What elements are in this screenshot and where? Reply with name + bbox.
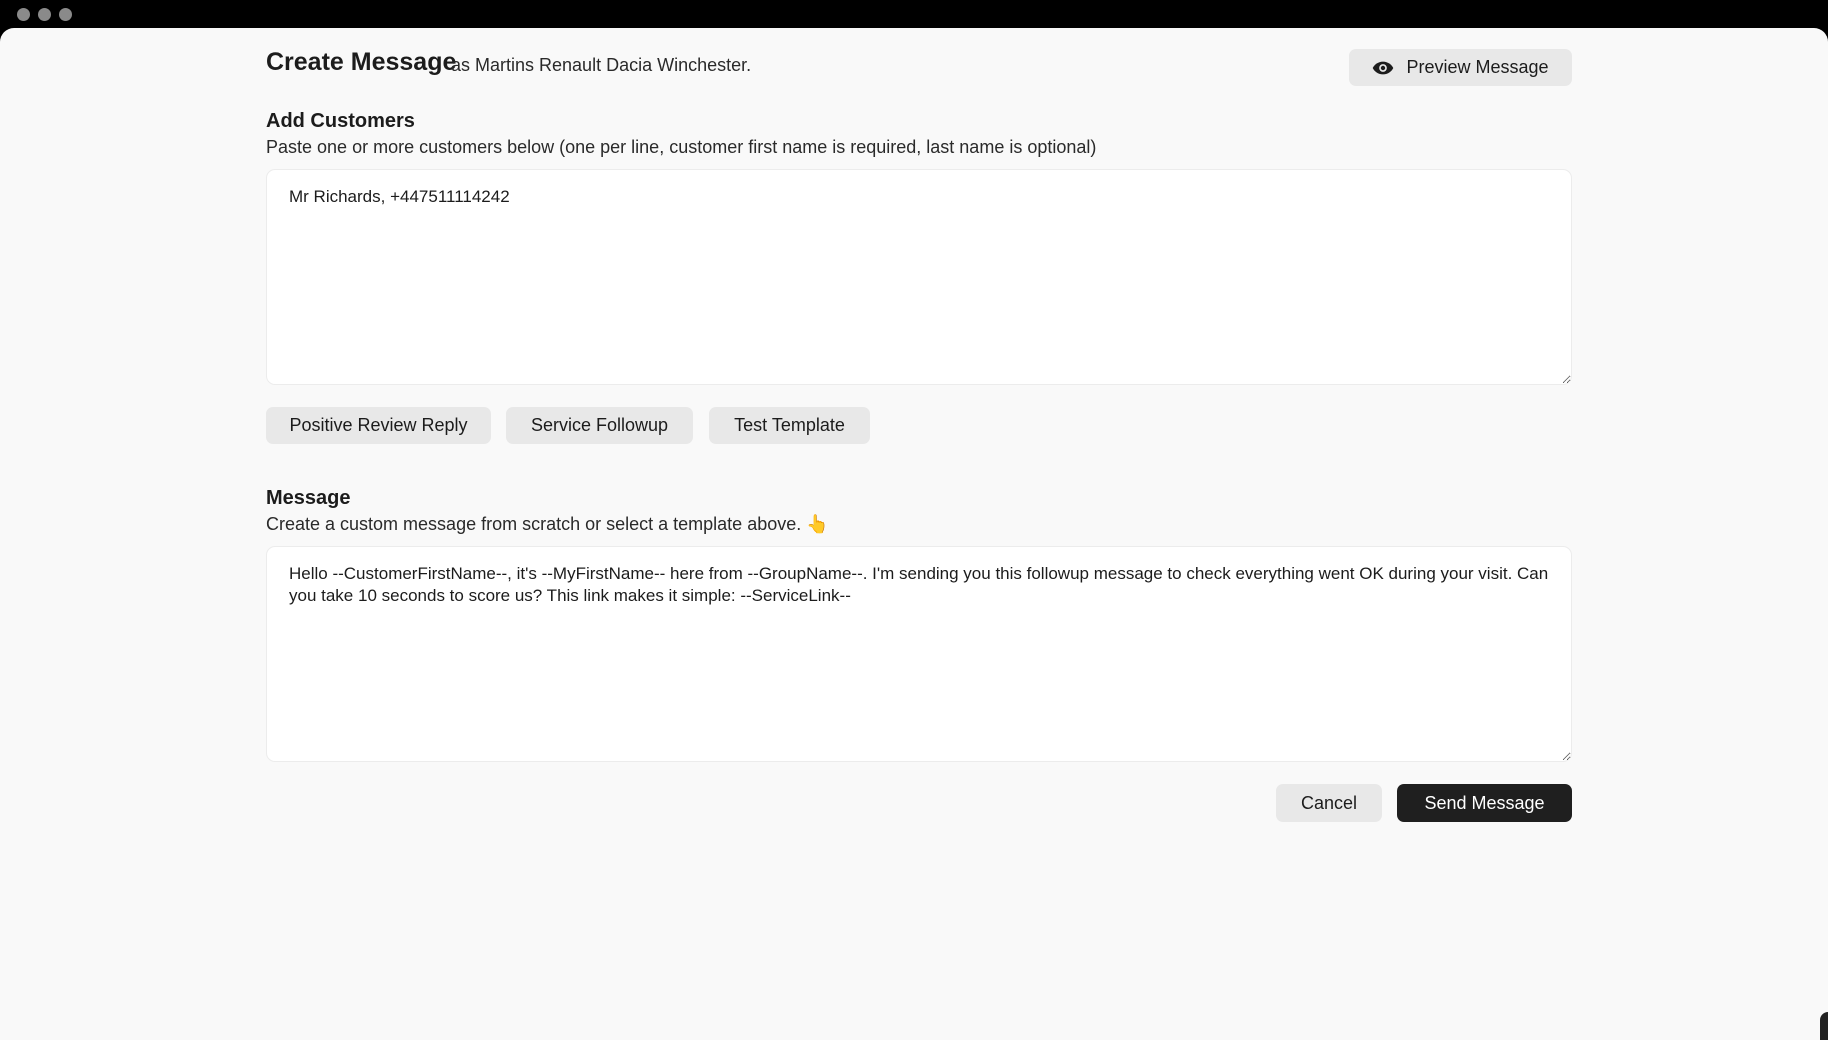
customers-input[interactable]: Mr Richards, +447511114242 (266, 169, 1572, 385)
template-button-test-template[interactable]: Test Template (709, 407, 870, 444)
window-maximize-dot[interactable] (59, 8, 72, 21)
message-input[interactable]: Hello --CustomerFirstName--, it's --MyFi… (266, 546, 1572, 762)
preview-message-label: Preview Message (1406, 57, 1549, 77)
window-close-dot[interactable] (17, 8, 30, 21)
message-description: Create a custom message from scratch or … (266, 514, 829, 534)
page-subtitle: as Martins Renault Dacia Winchester. (451, 55, 752, 75)
send-message-button[interactable]: Send Message (1397, 784, 1572, 822)
add-customers-description: Paste one or more customers below (one p… (266, 137, 1097, 157)
preview-message-button[interactable]: Preview Message (1349, 49, 1572, 86)
eye-icon (1373, 61, 1394, 74)
cancel-button[interactable]: Cancel (1276, 784, 1382, 822)
corner-scroll-handle[interactable] (1820, 1012, 1828, 1040)
template-button-positive-review-reply[interactable]: Positive Review Reply (266, 407, 491, 444)
template-button-service-followup[interactable]: Service Followup (506, 407, 693, 444)
app-window: Create Message as Martins Renault Dacia … (0, 0, 1828, 1040)
page-title: Create Message (266, 48, 457, 76)
add-customers-heading: Add Customers (266, 110, 415, 132)
window-titlebar (0, 0, 1828, 28)
message-heading: Message (266, 487, 351, 509)
window-minimize-dot[interactable] (38, 8, 51, 21)
page-content: Create Message as Martins Renault Dacia … (0, 28, 1828, 1040)
